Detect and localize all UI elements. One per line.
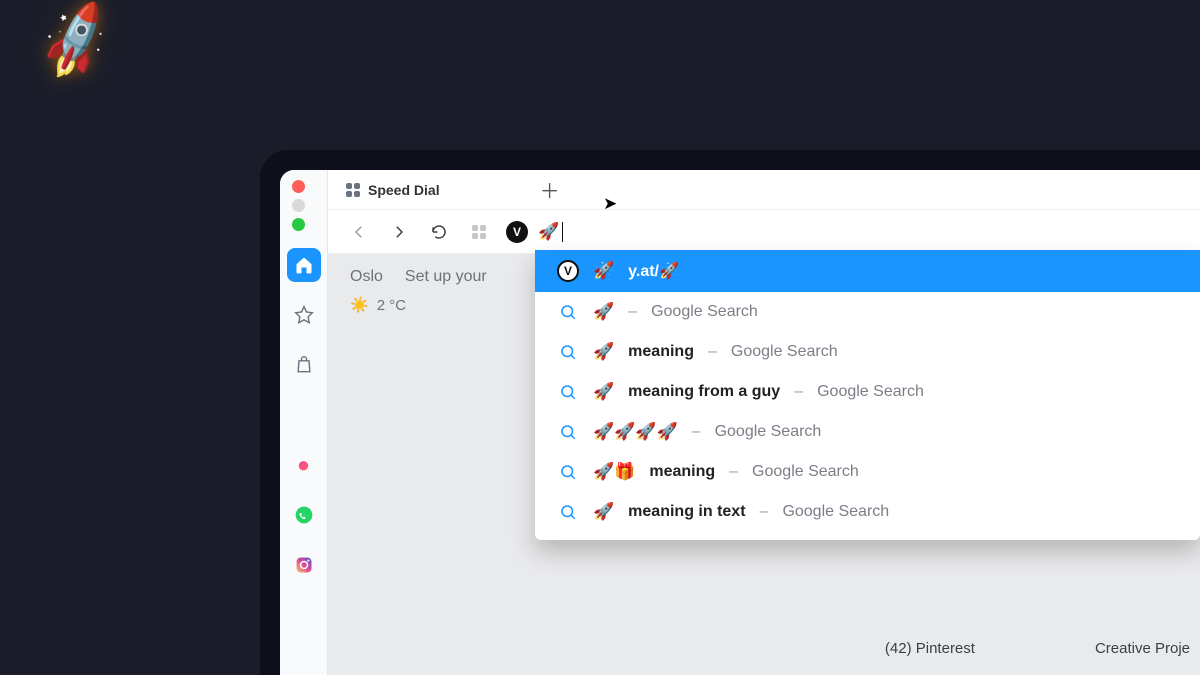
suggestion-term: meaning bbox=[628, 343, 694, 361]
search-icon bbox=[557, 503, 579, 521]
suggestion-term: y.at/🚀 bbox=[628, 261, 679, 281]
search-icon bbox=[557, 463, 579, 481]
suggestion-source: Google Search bbox=[651, 303, 758, 321]
suggestion-row[interactable]: 🚀🎁 meaning – Google Search bbox=[535, 452, 1200, 492]
suggestion-separator: – bbox=[708, 343, 717, 361]
suggestion-separator: – bbox=[729, 463, 738, 481]
suggestion-row[interactable]: 🚀 meaning from a guy – Google Search bbox=[535, 372, 1200, 412]
sidebar-item-home[interactable] bbox=[287, 248, 321, 282]
search-icon bbox=[557, 383, 579, 401]
decor-rocket-icon: 🚀 bbox=[31, 0, 122, 86]
suggestion-term: meaning bbox=[649, 463, 715, 481]
speed-dial-icon bbox=[346, 183, 360, 197]
browser-window: ● Speed Dial ＋ ➤ bbox=[280, 170, 1200, 675]
suggestion-emoji: 🚀 bbox=[593, 382, 614, 402]
tab-title: Speed Dial bbox=[368, 182, 440, 198]
site-badge-icon: V bbox=[557, 260, 579, 282]
tile-pinterest[interactable]: (42) Pinterest bbox=[885, 640, 975, 657]
new-tab-button[interactable]: ＋ bbox=[538, 178, 562, 202]
suggestion-emoji: 🚀 bbox=[593, 502, 614, 522]
main-area: Speed Dial ＋ ➤ V bbox=[328, 170, 1200, 675]
search-icon bbox=[557, 343, 579, 361]
suggestion-term: meaning in text bbox=[628, 503, 745, 521]
temperature-label: 2 °C bbox=[377, 297, 406, 314]
suggestion-separator: – bbox=[692, 423, 701, 441]
sidebar-item-instagram[interactable] bbox=[287, 548, 321, 582]
suggestion-emoji: 🚀 bbox=[593, 342, 614, 362]
suggestion-term: meaning from a guy bbox=[628, 383, 780, 401]
whatsapp-icon bbox=[294, 505, 314, 525]
tab-speed-dial[interactable]: Speed Dial bbox=[346, 182, 530, 198]
messenger-icon: ● bbox=[297, 452, 310, 478]
sidebar-item-bookmarks[interactable] bbox=[287, 298, 321, 332]
suggestion-row[interactable]: 🚀 meaning in text – Google Search bbox=[535, 492, 1200, 532]
tab-bar: Speed Dial ＋ ➤ bbox=[328, 170, 1200, 210]
sidebar: ● bbox=[280, 170, 328, 675]
window-controls bbox=[292, 180, 305, 231]
reload-button[interactable] bbox=[426, 219, 452, 245]
address-bar[interactable]: V 🚀 bbox=[506, 221, 1190, 243]
city-label: Oslo bbox=[350, 268, 383, 286]
suggestion-source: Google Search bbox=[782, 503, 889, 521]
tile-creative[interactable]: Creative Proje bbox=[1095, 640, 1190, 657]
suggestion-emoji: 🚀 bbox=[593, 302, 614, 322]
speed-dial-button[interactable] bbox=[466, 219, 492, 245]
search-icon bbox=[557, 303, 579, 321]
chevron-left-icon bbox=[350, 223, 368, 241]
window-close-button[interactable] bbox=[292, 180, 305, 193]
sidebar-item-whatsapp[interactable] bbox=[287, 498, 321, 532]
suggestion-row[interactable]: 🚀 meaning – Google Search bbox=[535, 332, 1200, 372]
window-maximize-button[interactable] bbox=[292, 218, 305, 231]
forward-button[interactable] bbox=[386, 219, 412, 245]
weather-icon: ☀️ bbox=[350, 296, 369, 314]
address-suggestions-dropdown: V 🚀 y.at/🚀 🚀 – Google Search 🚀 meaning –… bbox=[535, 250, 1200, 540]
suggestion-emoji: 🚀🚀🚀🚀 bbox=[593, 422, 678, 442]
laptop-frame: ● Speed Dial ＋ ➤ bbox=[260, 150, 1200, 675]
suggestion-source: Google Search bbox=[731, 343, 838, 361]
suggestion-source: Google Search bbox=[817, 383, 924, 401]
suggestion-row[interactable]: 🚀🚀🚀🚀 – Google Search bbox=[535, 412, 1200, 452]
suggestion-separator: – bbox=[760, 503, 769, 521]
grid-icon bbox=[472, 225, 486, 239]
chevron-right-icon bbox=[390, 223, 408, 241]
sidebar-item-messenger[interactable]: ● bbox=[287, 448, 321, 482]
back-button[interactable] bbox=[346, 219, 372, 245]
suggestion-source: Google Search bbox=[752, 463, 859, 481]
suggestion-emoji: 🚀 bbox=[593, 261, 614, 281]
bag-icon bbox=[294, 355, 314, 375]
suggestion-separator: – bbox=[794, 383, 803, 401]
suggestion-row[interactable]: V 🚀 y.at/🚀 bbox=[535, 250, 1200, 292]
home-icon bbox=[294, 255, 314, 275]
toolbar: V 🚀 bbox=[328, 210, 1200, 254]
address-input-value: 🚀 bbox=[538, 222, 559, 242]
reload-icon bbox=[430, 223, 448, 241]
window-minimize-button[interactable] bbox=[292, 199, 305, 212]
setup-prompt[interactable]: Set up your bbox=[405, 268, 487, 286]
suggestion-source: Google Search bbox=[715, 423, 822, 441]
search-icon bbox=[557, 423, 579, 441]
text-caret bbox=[562, 222, 563, 242]
suggestion-emoji: 🚀🎁 bbox=[593, 462, 635, 482]
sidebar-item-shopping[interactable] bbox=[287, 348, 321, 382]
suggestion-row[interactable]: 🚀 – Google Search bbox=[535, 292, 1200, 332]
star-icon bbox=[294, 305, 314, 325]
instagram-icon bbox=[294, 555, 314, 575]
site-badge-icon: V bbox=[506, 221, 528, 243]
suggestion-separator: – bbox=[628, 303, 637, 321]
